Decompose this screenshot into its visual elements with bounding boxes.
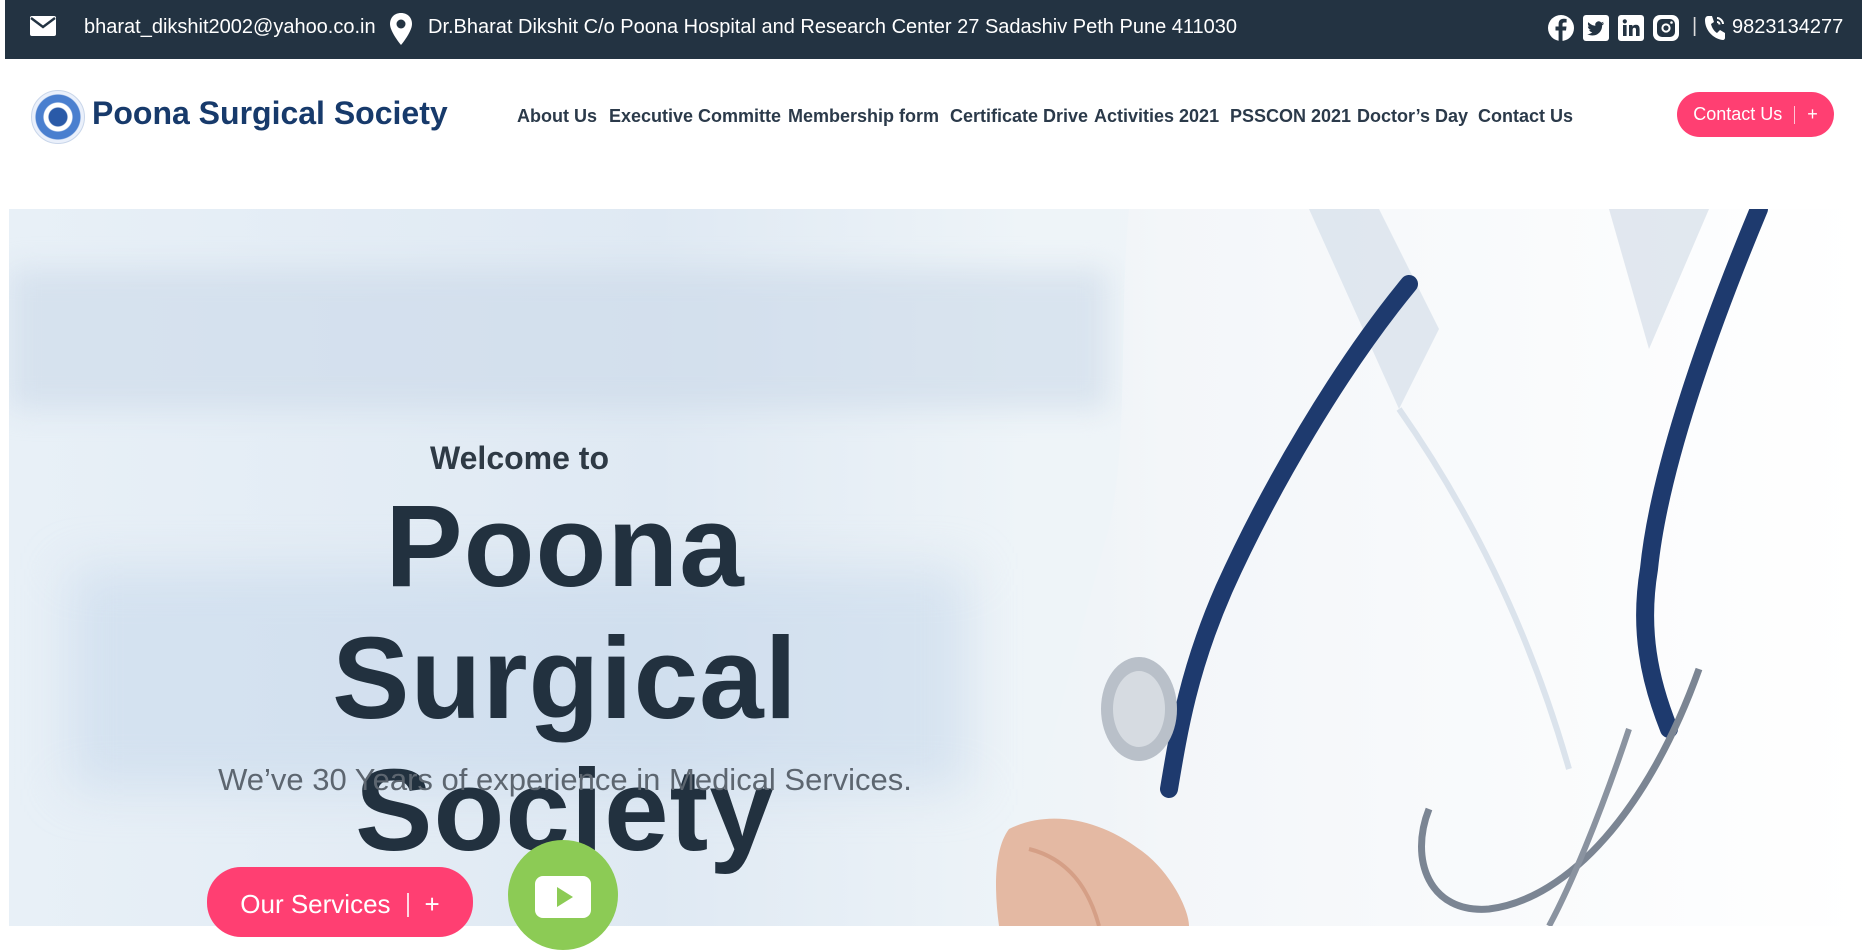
nav-membership-form[interactable]: Membership form bbox=[788, 106, 939, 127]
facebook-icon[interactable] bbox=[1547, 14, 1575, 42]
nav-psscon-2021[interactable]: PSSCON 2021 bbox=[1230, 106, 1351, 127]
linkedin-icon[interactable] bbox=[1617, 14, 1645, 42]
main-navbar: Poona Surgical Society About Us Executiv… bbox=[5, 59, 1862, 209]
social-links bbox=[1547, 14, 1680, 42]
contact-phone[interactable]: 9823134277 bbox=[1732, 16, 1843, 39]
contact-us-button[interactable]: Contact Us + bbox=[1677, 92, 1834, 137]
nav-about-us[interactable]: About Us bbox=[517, 106, 597, 127]
society-logo[interactable] bbox=[31, 90, 85, 144]
nav-executive-committe[interactable]: Executive Committe bbox=[609, 106, 781, 127]
topbar-separator: | bbox=[1692, 15, 1698, 37]
our-services-label: Our Services bbox=[240, 889, 391, 919]
plus-icon: + bbox=[424, 889, 440, 919]
nav-activities-2021[interactable]: Activities 2021 bbox=[1094, 106, 1219, 127]
instagram-icon[interactable] bbox=[1652, 14, 1680, 42]
our-services-button[interactable]: Our Services + bbox=[207, 867, 473, 937]
hero-welcome-text: Welcome to bbox=[430, 440, 609, 476]
twitter-icon[interactable] bbox=[1582, 14, 1610, 42]
phone-icon bbox=[1703, 14, 1727, 42]
contact-us-button-label: Contact Us bbox=[1693, 104, 1783, 124]
contact-address: Dr.Bharat Dikshit C/o Poona Hospital and… bbox=[428, 16, 1238, 38]
video-play-button[interactable] bbox=[508, 840, 618, 950]
top-info-bar: bharat_dikshit2002@yahoo.co.in Dr.Bharat… bbox=[5, 0, 1862, 59]
play-icon bbox=[535, 876, 591, 923]
button-divider bbox=[1794, 105, 1796, 124]
location-pin-icon bbox=[389, 12, 413, 46]
brand-name[interactable]: Poona Surgical Society bbox=[92, 95, 448, 132]
nav-contact-us[interactable]: Contact Us bbox=[1478, 106, 1573, 127]
contact-email[interactable]: bharat_dikshit2002@yahoo.co.in bbox=[84, 16, 376, 39]
button-divider bbox=[406, 893, 409, 917]
nav-doctors-day[interactable]: Doctor’s Day bbox=[1357, 106, 1468, 127]
mail-icon[interactable] bbox=[29, 15, 57, 37]
plus-icon: + bbox=[1807, 104, 1818, 124]
hero-headline: Poona Surgical Society bbox=[332, 481, 798, 875]
hero-tagline: We’ve 30 Years of experience in Medical … bbox=[218, 762, 912, 797]
nav-certificate-drive[interactable]: Certificate Drive bbox=[950, 106, 1088, 127]
